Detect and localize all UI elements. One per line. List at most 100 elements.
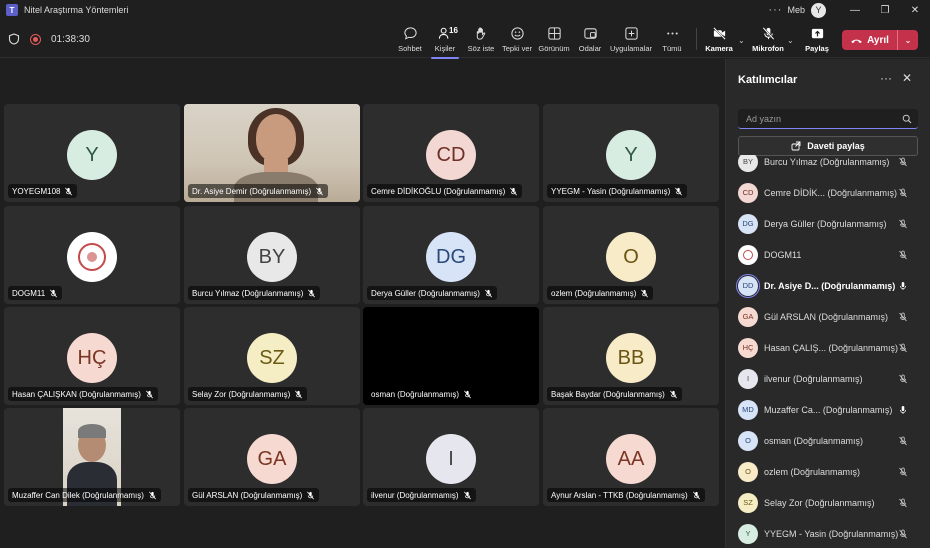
mic-muted-icon <box>510 187 518 195</box>
restore-button[interactable]: ❐ <box>870 0 900 20</box>
leave-options-chevron-icon[interactable]: ⌄ <box>898 36 918 45</box>
search-icon[interactable] <box>902 114 912 124</box>
mic-muted-icon <box>899 374 907 383</box>
mic-muted-icon <box>899 343 907 352</box>
tile-name: YYEGM - Yasin (Doğrulanmamış) <box>551 186 671 196</box>
panel-more-icon[interactable]: ··· <box>880 71 892 85</box>
tile-name: Aynur Arslan - TTKB (Doğrulanmamış) <box>551 490 688 500</box>
share-invite-button[interactable]: Daveti paylaş <box>738 136 918 156</box>
close-window-button[interactable]: ✕ <box>900 0 930 20</box>
participant-name: osman (Doğrulanmamış) <box>764 435 864 446</box>
minimize-button[interactable]: — <box>840 0 870 20</box>
rooms-button[interactable]: Odalar <box>570 24 610 56</box>
participant-name: DOGM11 <box>764 249 802 260</box>
share-button[interactable]: Paylaş <box>797 24 837 56</box>
participant-row[interactable]: DG Derya Güller (Doğrulanmamış) <box>726 208 930 239</box>
tile-name: Başak Baydar (Doğrulanmamış) <box>551 389 665 399</box>
grid-view-icon <box>547 27 561 40</box>
participant-avatar: DD <box>736 273 760 298</box>
apps-label: Uygulamalar <box>609 44 653 53</box>
recording-icon <box>30 33 41 45</box>
mic-muted-icon <box>899 529 907 538</box>
mic-muted-icon <box>50 289 58 297</box>
participant-row[interactable]: MD Muzaffer Ca... (Doğrulanmamış) <box>726 394 930 425</box>
mic-on-icon <box>900 281 906 290</box>
mic-muted-icon <box>484 289 492 297</box>
participant-row[interactable]: Oosman (Doğrulanmamış) <box>726 425 930 456</box>
participant-row[interactable]: SZ Selay Zor (Doğrulanmamış) <box>726 487 930 518</box>
participant-tile[interactable]: Muzaffer Can Dilek (Doğrulanmamış) <box>4 408 180 506</box>
participant-tile[interactable]: GA Gül ARSLAN (Doğrulanmamış) <box>184 408 360 506</box>
mic-button[interactable]: Mikrofon <box>748 24 788 56</box>
mic-muted-icon <box>295 390 303 398</box>
tile-name: Hasan ÇALIŞKAN (Doğrulanmamış) <box>12 389 141 399</box>
participant-tile[interactable]: DG Derya Güller (Doğrulanmamış) <box>363 206 539 304</box>
mic-options-chevron-icon[interactable]: ⌄ <box>787 36 794 45</box>
mic-muted-icon <box>463 491 471 499</box>
view-button[interactable]: Görünüm <box>534 24 574 56</box>
participant-tile[interactable]: DOGM11 <box>4 206 180 304</box>
participant-row[interactable]: HÇ Hasan ÇALIŞ... (Doğrulanmamış) <box>726 332 930 363</box>
participant-tile[interactable]: osman (Doğrulanmamış) <box>363 307 539 405</box>
mic-muted-icon <box>899 250 907 259</box>
leave-button[interactable]: Ayrıl ⌄ <box>842 30 918 50</box>
participant-tile[interactable]: HÇ Hasan ÇALIŞKAN (Doğrulanmamış) <box>4 307 180 405</box>
participant-tile[interactable]: Iilvenur (Doğrulanmamış) <box>363 408 539 506</box>
participant-search-input[interactable] <box>738 113 902 124</box>
account-name[interactable]: Meb <box>787 5 805 15</box>
react-button[interactable]: Tepki ver <box>497 24 537 56</box>
more-button[interactable]: Tümü <box>652 24 692 56</box>
tile-name: Muzaffer Can Dilek (Doğrulanmamış) <box>12 490 144 500</box>
panel-close-icon[interactable]: ✕ <box>902 71 912 85</box>
mic-muted-icon <box>65 187 73 195</box>
participant-tile[interactable]: AA Aynur Arslan - TTKB (Doğrulanmamış) <box>543 408 719 506</box>
shield-icon[interactable] <box>8 33 20 45</box>
participant-row[interactable]: BY Burcu Yılmaz (Doğrulanmamış) <box>726 155 930 177</box>
participant-tile[interactable]: Oozlem (Doğrulanmamış) <box>543 206 719 304</box>
participant-avatar: O <box>738 461 758 482</box>
people-button[interactable]: 16 Kişiler <box>425 24 465 59</box>
phone-hangup-icon <box>851 39 862 43</box>
camera-off-icon <box>712 27 726 40</box>
apps-button[interactable]: Uygulamalar <box>609 24 653 56</box>
more-options-icon[interactable]: ··· <box>763 4 787 16</box>
participant-tile[interactable]: Y YYEGM - Yasin (Doğrulanmamış) <box>543 104 719 202</box>
participants-panel: Katılımcılar ··· ✕ Daveti paylaş BY Burcu… <box>725 59 930 548</box>
participant-row[interactable]: Iilvenur (Doğrulanmamış) <box>726 363 930 394</box>
tile-name: Cemre DİDİKOĞLU (Doğrulanmamış) <box>371 186 506 196</box>
participant-tile[interactable]: Dr. Asiye Demir (Doğrulanmamış) <box>184 104 360 202</box>
raise-hand-button[interactable]: Söz iste <box>461 24 501 56</box>
tile-name-label: Dr. Asiye Demir (Doğrulanmamış) <box>188 184 329 198</box>
participant-tile[interactable]: SZ Selay Zor (Doğrulanmamış) <box>184 307 360 405</box>
camera-options-chevron-icon[interactable]: ⌄ <box>738 36 745 45</box>
participant-tile[interactable]: CD Cemre DİDİKOĞLU (Doğrulanmamış) <box>363 104 539 202</box>
participant-tile[interactable]: Y YOYEGM108 <box>4 104 180 202</box>
chat-button[interactable]: Sohbet <box>390 24 430 56</box>
participant-row[interactable]: Oozlem (Doğrulanmamış) <box>726 456 930 487</box>
tile-name-label: Muzaffer Can Dilek (Doğrulanmamış) <box>8 488 161 502</box>
participant-row[interactable]: CD Cemre DİDİK... (Doğrulanmamış) <box>726 177 930 208</box>
participant-tile[interactable]: BY Burcu Yılmaz (Doğrulanmamış) <box>184 206 360 304</box>
tile-name-label: Aynur Arslan - TTKB (Doğrulanmamış) <box>547 488 705 502</box>
tile-name: Burcu Yılmaz (Doğrulanmamış) <box>192 288 304 298</box>
mic-muted-icon <box>308 289 316 297</box>
tile-name: Selay Zor (Doğrulanmamış) <box>192 389 291 399</box>
participant-name: Muzaffer Ca... (Doğrulanmamış) <box>764 404 893 415</box>
people-label: Kişiler <box>434 44 456 53</box>
account-avatar[interactable]: Y <box>811 2 826 18</box>
tile-name-label: Burcu Yılmaz (Doğrulanmamış) <box>188 286 321 300</box>
participant-row[interactable]: DD Dr. Asiye D... (Doğrulanmamış) <box>726 270 930 301</box>
mic-on-icon <box>900 405 906 414</box>
participant-tile[interactable]: BB Başak Baydar (Doğrulanmamış) <box>543 307 719 405</box>
participant-row[interactable]: GA Gül ARSLAN (Doğrulanmamış) <box>726 301 930 332</box>
participant-row[interactable]: DOGM11 <box>726 239 930 270</box>
tile-avatar: O <box>606 232 656 282</box>
participant-name: Cemre DİDİK... (Doğrulanmamış) <box>764 187 898 198</box>
mic-muted-icon <box>899 157 907 166</box>
window-title: Nitel Araştırma Yöntemleri <box>24 5 129 15</box>
tile-avatar: SZ <box>247 333 297 383</box>
react-label: Tepki ver <box>501 44 532 53</box>
mic-muted-icon <box>675 187 683 195</box>
participant-row[interactable]: Y YYEGM - Yasin (Doğrulanmamış) <box>726 518 930 548</box>
camera-button[interactable]: Kamera <box>699 24 739 56</box>
